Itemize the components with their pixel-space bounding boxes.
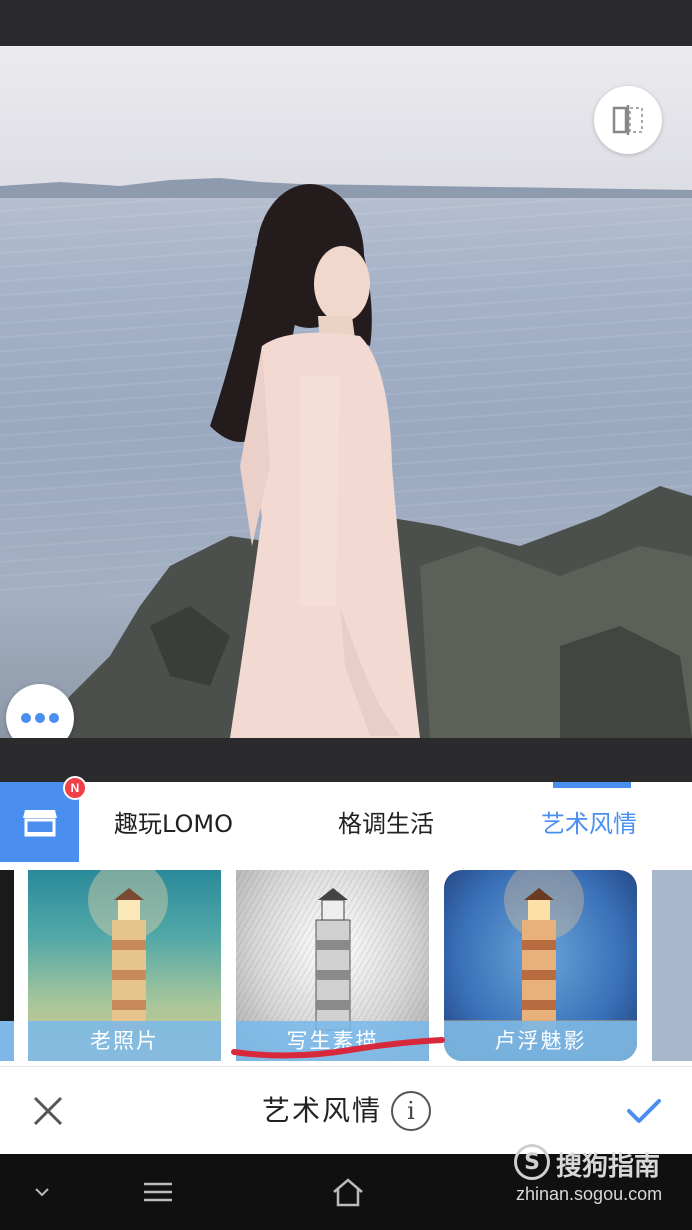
action-title: 艺术风情: [262, 1094, 383, 1127]
compare-icon: [612, 105, 643, 135]
tab-lifestyle[interactable]: 格调生活: [338, 804, 434, 844]
more-dots-icon: [21, 713, 59, 723]
nav-menu-button[interactable]: [138, 1172, 178, 1212]
info-icon: i: [407, 1097, 415, 1125]
filter-thumb-old-photo[interactable]: 老照片: [28, 870, 221, 1061]
store-icon: [22, 810, 57, 837]
status-bar: [0, 0, 692, 46]
sogou-logo-icon: S: [514, 1144, 550, 1180]
close-icon: [33, 1096, 63, 1126]
watermark-url: zhinan.sogou.com: [516, 1184, 663, 1204]
filter-thumb-louvre[interactable]: 卢浮魅影: [444, 870, 637, 1061]
nav-home-button[interactable]: [328, 1172, 368, 1212]
tab-art-style[interactable]: 艺术风情: [541, 804, 637, 844]
tab-fun-lomo[interactable]: 趣玩LOMO: [114, 804, 233, 844]
filter-label: 老照片: [28, 1021, 221, 1061]
nav-hide-button[interactable]: [22, 1172, 62, 1212]
menu-icon: [144, 1182, 172, 1202]
photo-bottom-margin: [0, 738, 692, 782]
filter-thumb-partial-left[interactable]: [0, 870, 14, 1061]
confirm-button[interactable]: [622, 1089, 666, 1133]
sogou-watermark: S 搜狗指南 zhinan.sogou.com: [510, 1140, 680, 1210]
compare-button[interactable]: [594, 86, 662, 154]
info-button[interactable]: i: [391, 1091, 431, 1131]
watermark-brand: 搜狗指南: [556, 1152, 661, 1182]
filter-category-tabs: N 趣玩LOMO 格调生活 艺术风情: [0, 776, 692, 868]
filter-thumb-partial-right[interactable]: [652, 870, 692, 1061]
check-icon: [627, 1099, 661, 1123]
photo-preview: [0, 46, 692, 738]
new-badge: N: [63, 776, 87, 800]
filter-label: 卢浮魅影: [444, 1021, 637, 1061]
cancel-button[interactable]: [26, 1089, 70, 1133]
photo-scene: [0, 178, 692, 738]
chevron-down-icon: [35, 1188, 49, 1197]
hand-drawn-underline: [231, 1037, 445, 1059]
home-icon: [333, 1178, 363, 1207]
active-tab-indicator: [553, 782, 631, 788]
